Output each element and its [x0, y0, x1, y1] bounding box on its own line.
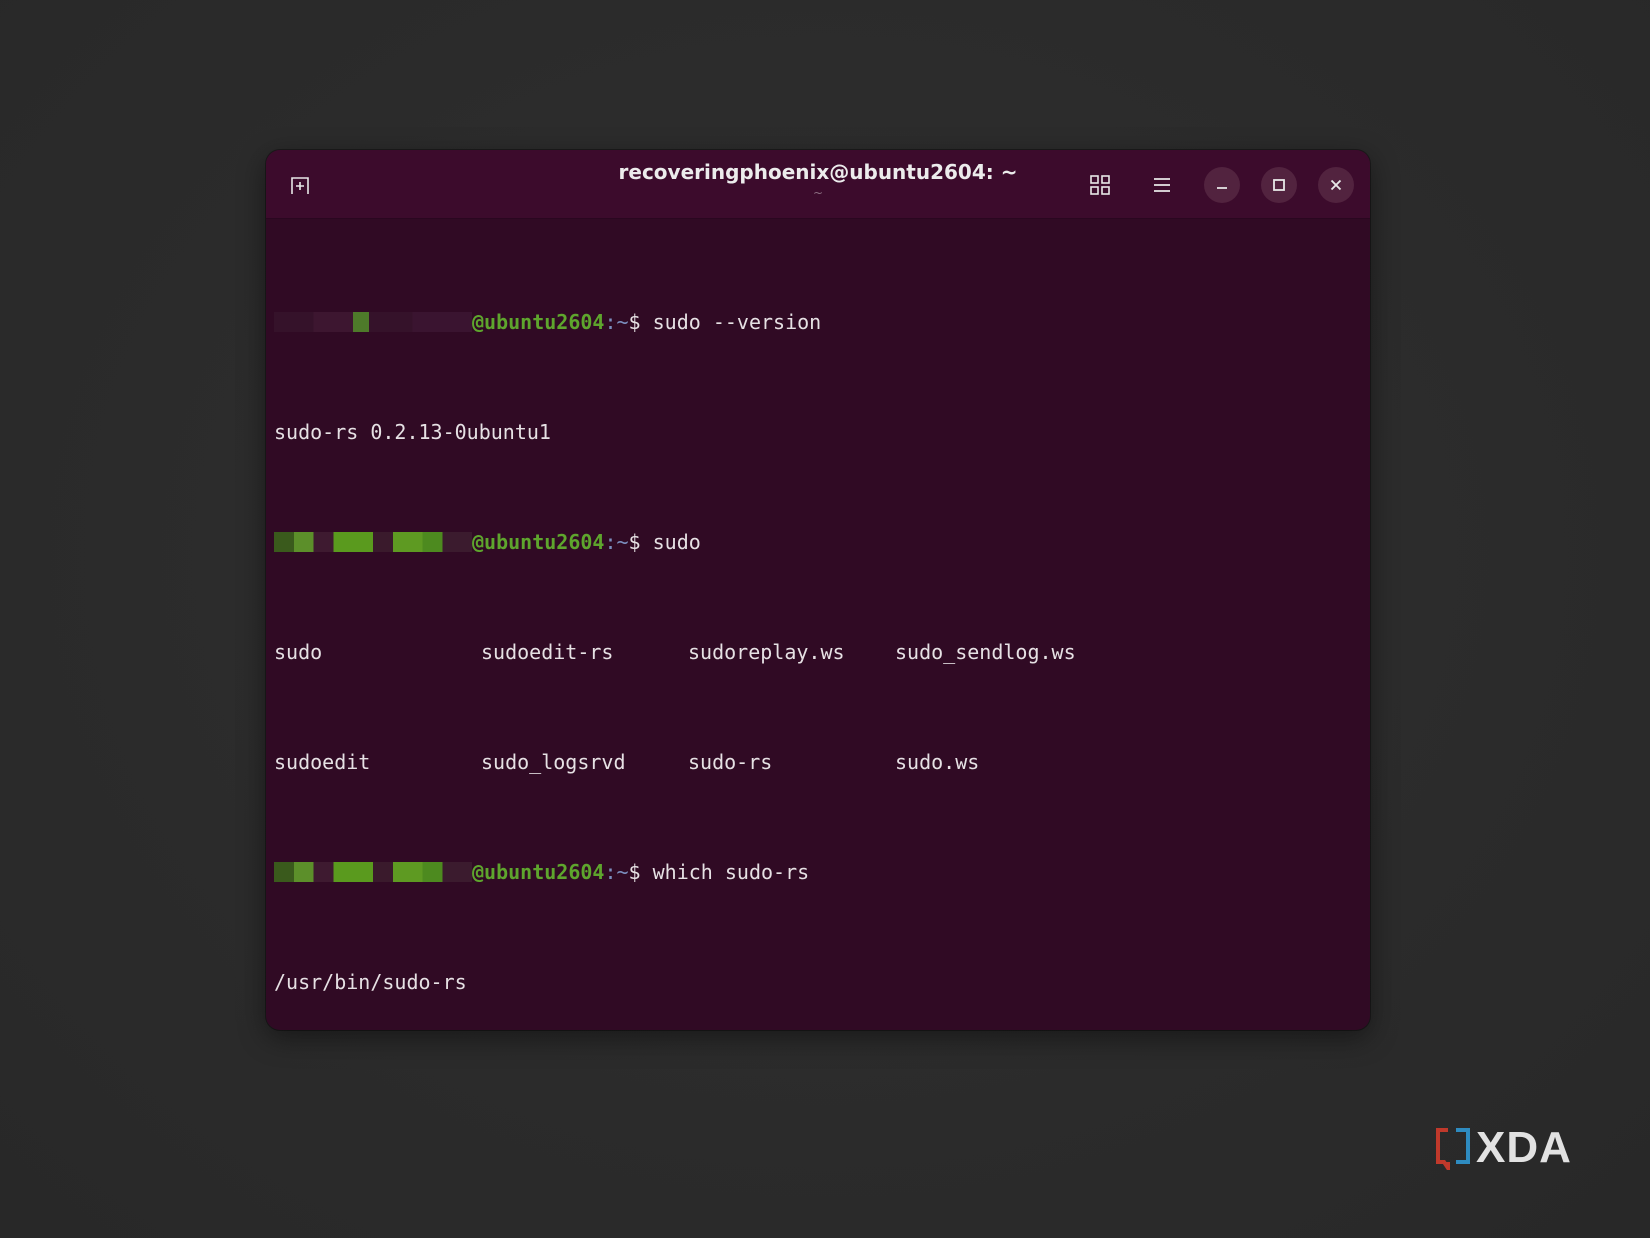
main-menu-button[interactable]	[1146, 169, 1178, 201]
command-text: which sudo-rs	[640, 859, 810, 884]
prompt-symbol: $	[628, 859, 641, 884]
terminal-line: @ubuntu2604:~$ which sudo-rs	[274, 859, 1362, 887]
completion-item: sudo.ws	[895, 749, 980, 774]
close-button[interactable]	[1318, 167, 1354, 203]
terminal-output[interactable]: @ubuntu2604:~$ sudo --version sudo-rs 0.…	[274, 226, 1362, 1022]
completion-item: sudo_logsrvd	[481, 749, 626, 774]
completion-item: sudo_sendlog.ws	[895, 639, 1076, 664]
title-bar[interactable]: recoveringphoenix@ubuntu2604: ~ ~	[266, 150, 1370, 219]
terminal-line: @ubuntu2604:~$ sudo	[274, 529, 1362, 557]
prompt-path: :~	[604, 309, 629, 334]
prompt-symbol: $	[628, 529, 641, 554]
redacted-username	[274, 531, 472, 552]
prompt-path: :~	[604, 529, 629, 554]
minimize-icon	[1217, 187, 1227, 189]
desktop-background: recoveringphoenix@ubuntu2604: ~ ~ @ubunt…	[0, 0, 1650, 1238]
terminal-line: sudo-rs 0.2.13-0ubuntu1	[274, 419, 1362, 447]
maximize-icon	[1273, 179, 1285, 191]
completion-item: sudoedit	[274, 749, 371, 774]
redacted-username	[274, 311, 472, 332]
xda-brand-text: XDA	[1476, 1123, 1572, 1172]
output-text: /usr/bin/sudo-rs	[274, 969, 467, 994]
view-tabs-button[interactable]	[1084, 169, 1116, 201]
xda-logo-icon	[1436, 1128, 1470, 1170]
minimize-button[interactable]	[1204, 167, 1240, 203]
completion-row: sudo sudoedit-rs sudoreplay.ws sudo_sendlog…	[274, 639, 1362, 667]
hamburger-menu-icon	[1154, 178, 1170, 192]
completion-item: sudo	[274, 639, 323, 664]
maximize-button[interactable]	[1261, 167, 1297, 203]
grid-icon	[1090, 175, 1110, 195]
prompt-symbol: $	[628, 309, 641, 334]
redacted-username	[274, 861, 472, 882]
terminal-line: /usr/bin/sudo-rs	[274, 969, 1362, 997]
prompt-host: @ubuntu2604	[472, 309, 605, 334]
completion-row: sudoedit sudo_logsrvd sudo-rs sudo.ws	[274, 749, 1362, 777]
completion-item: sudoreplay.ws	[688, 639, 845, 664]
command-text: sudo --version	[640, 309, 822, 334]
terminal-window[interactable]: recoveringphoenix@ubuntu2604: ~ ~ @ubunt…	[266, 150, 1370, 1030]
xda-watermark: XDA	[1434, 1123, 1572, 1172]
completion-item: sudo-rs	[688, 749, 773, 774]
prompt-host: @ubuntu2604	[472, 859, 605, 884]
output-text: sudo-rs 0.2.13-0ubuntu1	[274, 419, 551, 444]
completion-item: sudoedit-rs	[481, 639, 614, 664]
prompt-host: @ubuntu2604	[472, 529, 605, 554]
terminal-line: @ubuntu2604:~$ sudo --version	[274, 309, 1362, 337]
prompt-path: :~	[604, 859, 629, 884]
close-icon	[1330, 179, 1342, 191]
command-text: sudo	[640, 529, 701, 554]
